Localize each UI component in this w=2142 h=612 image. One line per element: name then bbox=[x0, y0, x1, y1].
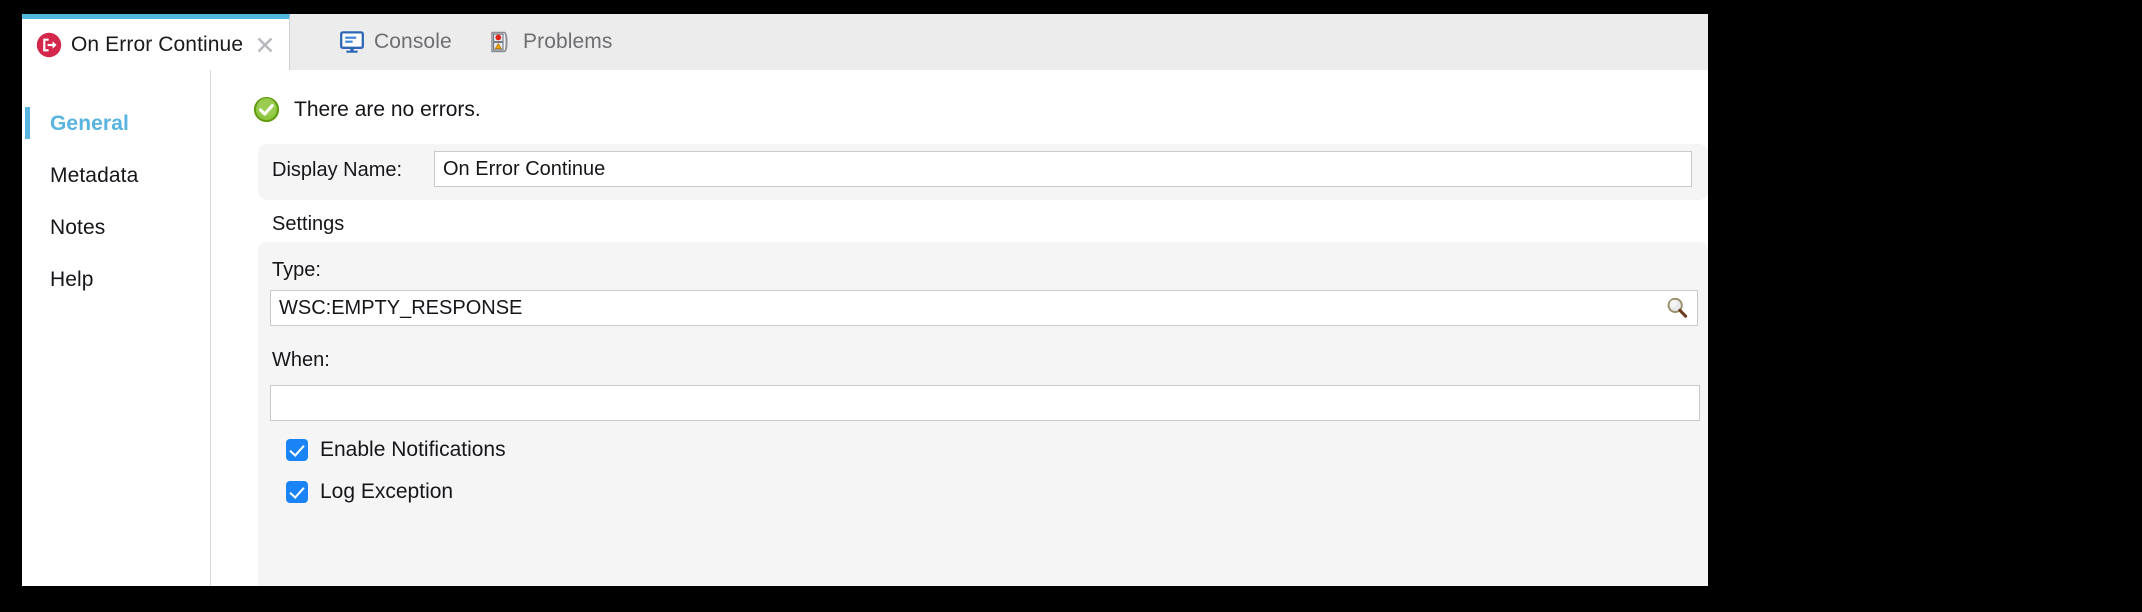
sidebar-item-metadata[interactable]: Metadata bbox=[22, 150, 210, 202]
sidebar-item-general[interactable]: General bbox=[22, 98, 210, 150]
status-text: There are no errors. bbox=[294, 97, 481, 121]
magnifier-icon[interactable] bbox=[1664, 295, 1690, 321]
when-input[interactable] bbox=[271, 386, 1699, 420]
console-monitor-icon bbox=[340, 31, 364, 53]
settings-heading: Settings bbox=[272, 213, 345, 235]
when-field[interactable] bbox=[270, 385, 1700, 421]
log-exception-label: Log Exception bbox=[320, 480, 454, 503]
type-input[interactable] bbox=[271, 291, 1664, 325]
sidebar-item-help[interactable]: Help bbox=[22, 254, 210, 306]
sidebar: General Metadata Notes Help bbox=[22, 70, 211, 586]
log-exception-row[interactable]: Log Exception bbox=[286, 480, 453, 504]
success-check-icon bbox=[253, 96, 280, 123]
error-exit-icon bbox=[36, 32, 62, 57]
log-exception-checkbox[interactable] bbox=[286, 481, 308, 503]
display-name-input[interactable] bbox=[434, 151, 1692, 187]
tab-console[interactable]: Console bbox=[325, 14, 466, 70]
sidebar-item-label: General bbox=[50, 112, 129, 135]
status-message: There are no errors. bbox=[253, 96, 481, 123]
tab-on-error-continue[interactable]: On Error Continue bbox=[22, 14, 290, 70]
settings-card: Type: When: Enable Notifications bbox=[258, 242, 1708, 586]
tab-problems[interactable]: Problems bbox=[474, 14, 627, 70]
when-label: When: bbox=[272, 349, 330, 371]
display-name-row: Display Name: bbox=[258, 144, 1708, 200]
enable-notifications-label: Enable Notifications bbox=[320, 438, 506, 461]
tab-bar: On Error Continue Console Problems bbox=[22, 14, 1708, 70]
type-field[interactable] bbox=[270, 290, 1698, 326]
tab-label: Console bbox=[374, 30, 452, 53]
main-panel: There are no errors. Display Name: Setti… bbox=[212, 70, 1708, 586]
sidebar-item-notes[interactable]: Notes bbox=[22, 202, 210, 254]
tab-label: Problems bbox=[523, 30, 613, 53]
sidebar-item-label: Notes bbox=[50, 216, 106, 239]
sidebar-item-label: Metadata bbox=[50, 164, 139, 187]
display-name-label: Display Name: bbox=[272, 159, 403, 181]
enable-notifications-checkbox[interactable] bbox=[286, 439, 308, 461]
enable-notifications-row[interactable]: Enable Notifications bbox=[286, 438, 506, 462]
tab-label: On Error Continue bbox=[71, 32, 244, 56]
problems-page-icon bbox=[491, 31, 508, 53]
type-label: Type: bbox=[272, 259, 321, 281]
content-area: General Metadata Notes Help There are no… bbox=[22, 70, 1708, 586]
properties-window: On Error Continue Console Problems Gener… bbox=[22, 14, 1708, 586]
sidebar-item-label: Help bbox=[50, 268, 94, 291]
close-icon[interactable] bbox=[255, 35, 275, 55]
